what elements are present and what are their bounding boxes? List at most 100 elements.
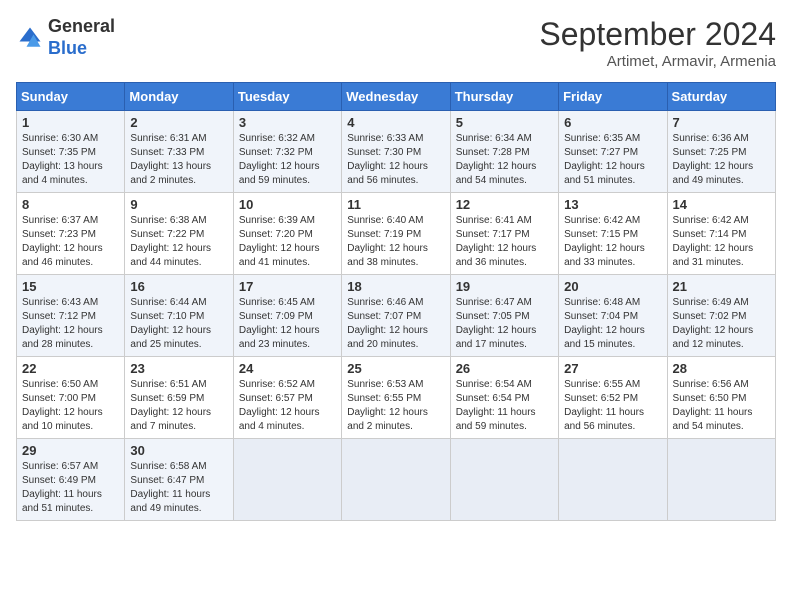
- day-number: 2: [130, 115, 227, 130]
- cell-content: Sunrise: 6:56 AM Sunset: 6:50 PM Dayligh…: [673, 378, 770, 434]
- cell-content: Sunrise: 6:41 AM Sunset: 7:17 PM Dayligh…: [456, 214, 553, 270]
- day-number: 12: [456, 197, 553, 212]
- cell-content: Sunrise: 6:42 AM Sunset: 7:14 PM Dayligh…: [673, 214, 770, 270]
- cell-content: Sunrise: 6:45 AM Sunset: 7:09 PM Dayligh…: [239, 296, 336, 352]
- cell-content: Sunrise: 6:32 AM Sunset: 7:32 PM Dayligh…: [239, 132, 336, 188]
- day-cell: [559, 439, 667, 521]
- cell-content: Sunrise: 6:43 AM Sunset: 7:12 PM Dayligh…: [22, 296, 119, 352]
- day-number: 5: [456, 115, 553, 130]
- logo-text: General Blue: [48, 16, 115, 59]
- day-number: 27: [564, 361, 661, 376]
- day-number: 19: [456, 279, 553, 294]
- day-number: 28: [673, 361, 770, 376]
- cell-content: Sunrise: 6:50 AM Sunset: 7:00 PM Dayligh…: [22, 378, 119, 434]
- day-cell: 19 Sunrise: 6:47 AM Sunset: 7:05 PM Dayl…: [450, 275, 558, 357]
- day-cell: [342, 439, 450, 521]
- page-header: General Blue September 2024 Artimet, Arm…: [16, 16, 776, 70]
- day-number: 11: [347, 197, 444, 212]
- day-number: 25: [347, 361, 444, 376]
- title-block: September 2024 Artimet, Armavir, Armenia: [539, 16, 776, 70]
- day-number: 24: [239, 361, 336, 376]
- day-cell: 13 Sunrise: 6:42 AM Sunset: 7:15 PM Dayl…: [559, 193, 667, 275]
- cell-content: Sunrise: 6:51 AM Sunset: 6:59 PM Dayligh…: [130, 378, 227, 434]
- day-cell: 25 Sunrise: 6:53 AM Sunset: 6:55 PM Dayl…: [342, 357, 450, 439]
- logo: General Blue: [16, 16, 115, 59]
- cell-content: Sunrise: 6:55 AM Sunset: 6:52 PM Dayligh…: [564, 378, 661, 434]
- cell-content: Sunrise: 6:37 AM Sunset: 7:23 PM Dayligh…: [22, 214, 119, 270]
- day-number: 15: [22, 279, 119, 294]
- day-cell: 27 Sunrise: 6:55 AM Sunset: 6:52 PM Dayl…: [559, 357, 667, 439]
- cell-content: Sunrise: 6:54 AM Sunset: 6:54 PM Dayligh…: [456, 378, 553, 434]
- day-cell: 4 Sunrise: 6:33 AM Sunset: 7:30 PM Dayli…: [342, 111, 450, 193]
- cell-content: Sunrise: 6:53 AM Sunset: 6:55 PM Dayligh…: [347, 378, 444, 434]
- day-cell: 29 Sunrise: 6:57 AM Sunset: 6:49 PM Dayl…: [17, 439, 125, 521]
- day-cell: 1 Sunrise: 6:30 AM Sunset: 7:35 PM Dayli…: [17, 111, 125, 193]
- day-number: 29: [22, 443, 119, 458]
- day-cell: 14 Sunrise: 6:42 AM Sunset: 7:14 PM Dayl…: [667, 193, 775, 275]
- cell-content: Sunrise: 6:48 AM Sunset: 7:04 PM Dayligh…: [564, 296, 661, 352]
- week-row-1: 1 Sunrise: 6:30 AM Sunset: 7:35 PM Dayli…: [17, 111, 776, 193]
- day-number: 1: [22, 115, 119, 130]
- day-number: 26: [456, 361, 553, 376]
- cell-content: Sunrise: 6:52 AM Sunset: 6:57 PM Dayligh…: [239, 378, 336, 434]
- day-cell: 12 Sunrise: 6:41 AM Sunset: 7:17 PM Dayl…: [450, 193, 558, 275]
- day-number: 30: [130, 443, 227, 458]
- day-cell: 5 Sunrise: 6:34 AM Sunset: 7:28 PM Dayli…: [450, 111, 558, 193]
- cell-content: Sunrise: 6:35 AM Sunset: 7:27 PM Dayligh…: [564, 132, 661, 188]
- cell-content: Sunrise: 6:58 AM Sunset: 6:47 PM Dayligh…: [130, 460, 227, 516]
- logo-general: General: [48, 16, 115, 38]
- day-number: 4: [347, 115, 444, 130]
- day-cell: 16 Sunrise: 6:44 AM Sunset: 7:10 PM Dayl…: [125, 275, 233, 357]
- cell-content: Sunrise: 6:42 AM Sunset: 7:15 PM Dayligh…: [564, 214, 661, 270]
- cell-content: Sunrise: 6:44 AM Sunset: 7:10 PM Dayligh…: [130, 296, 227, 352]
- location-subtitle: Artimet, Armavir, Armenia: [539, 53, 776, 70]
- day-cell: 22 Sunrise: 6:50 AM Sunset: 7:00 PM Dayl…: [17, 357, 125, 439]
- day-cell: 24 Sunrise: 6:52 AM Sunset: 6:57 PM Dayl…: [233, 357, 341, 439]
- cell-content: Sunrise: 6:49 AM Sunset: 7:02 PM Dayligh…: [673, 296, 770, 352]
- day-cell: 21 Sunrise: 6:49 AM Sunset: 7:02 PM Dayl…: [667, 275, 775, 357]
- day-number: 9: [130, 197, 227, 212]
- day-number: 10: [239, 197, 336, 212]
- column-header-saturday: Saturday: [667, 83, 775, 111]
- column-header-thursday: Thursday: [450, 83, 558, 111]
- week-row-3: 15 Sunrise: 6:43 AM Sunset: 7:12 PM Dayl…: [17, 275, 776, 357]
- cell-content: Sunrise: 6:30 AM Sunset: 7:35 PM Dayligh…: [22, 132, 119, 188]
- column-header-tuesday: Tuesday: [233, 83, 341, 111]
- day-number: 21: [673, 279, 770, 294]
- day-number: 7: [673, 115, 770, 130]
- day-cell: 6 Sunrise: 6:35 AM Sunset: 7:27 PM Dayli…: [559, 111, 667, 193]
- day-number: 22: [22, 361, 119, 376]
- month-title: September 2024: [539, 16, 776, 53]
- day-cell: 9 Sunrise: 6:38 AM Sunset: 7:22 PM Dayli…: [125, 193, 233, 275]
- header-row: SundayMondayTuesdayWednesdayThursdayFrid…: [17, 83, 776, 111]
- day-cell: 17 Sunrise: 6:45 AM Sunset: 7:09 PM Dayl…: [233, 275, 341, 357]
- day-number: 20: [564, 279, 661, 294]
- day-cell: 3 Sunrise: 6:32 AM Sunset: 7:32 PM Dayli…: [233, 111, 341, 193]
- day-number: 14: [673, 197, 770, 212]
- day-cell: 7 Sunrise: 6:36 AM Sunset: 7:25 PM Dayli…: [667, 111, 775, 193]
- column-header-wednesday: Wednesday: [342, 83, 450, 111]
- day-cell: 30 Sunrise: 6:58 AM Sunset: 6:47 PM Dayl…: [125, 439, 233, 521]
- day-number: 23: [130, 361, 227, 376]
- day-number: 13: [564, 197, 661, 212]
- week-row-2: 8 Sunrise: 6:37 AM Sunset: 7:23 PM Dayli…: [17, 193, 776, 275]
- cell-content: Sunrise: 6:46 AM Sunset: 7:07 PM Dayligh…: [347, 296, 444, 352]
- cell-content: Sunrise: 6:31 AM Sunset: 7:33 PM Dayligh…: [130, 132, 227, 188]
- cell-content: Sunrise: 6:38 AM Sunset: 7:22 PM Dayligh…: [130, 214, 227, 270]
- day-cell: 2 Sunrise: 6:31 AM Sunset: 7:33 PM Dayli…: [125, 111, 233, 193]
- day-number: 16: [130, 279, 227, 294]
- column-header-friday: Friday: [559, 83, 667, 111]
- logo-icon: [16, 24, 44, 52]
- week-row-5: 29 Sunrise: 6:57 AM Sunset: 6:49 PM Dayl…: [17, 439, 776, 521]
- day-number: 8: [22, 197, 119, 212]
- day-number: 3: [239, 115, 336, 130]
- logo-blue: Blue: [48, 38, 115, 60]
- day-cell: 23 Sunrise: 6:51 AM Sunset: 6:59 PM Dayl…: [125, 357, 233, 439]
- day-cell: 26 Sunrise: 6:54 AM Sunset: 6:54 PM Dayl…: [450, 357, 558, 439]
- day-cell: 28 Sunrise: 6:56 AM Sunset: 6:50 PM Dayl…: [667, 357, 775, 439]
- day-cell: 8 Sunrise: 6:37 AM Sunset: 7:23 PM Dayli…: [17, 193, 125, 275]
- day-cell: 11 Sunrise: 6:40 AM Sunset: 7:19 PM Dayl…: [342, 193, 450, 275]
- day-cell: [667, 439, 775, 521]
- calendar-table: SundayMondayTuesdayWednesdayThursdayFrid…: [16, 82, 776, 521]
- cell-content: Sunrise: 6:34 AM Sunset: 7:28 PM Dayligh…: [456, 132, 553, 188]
